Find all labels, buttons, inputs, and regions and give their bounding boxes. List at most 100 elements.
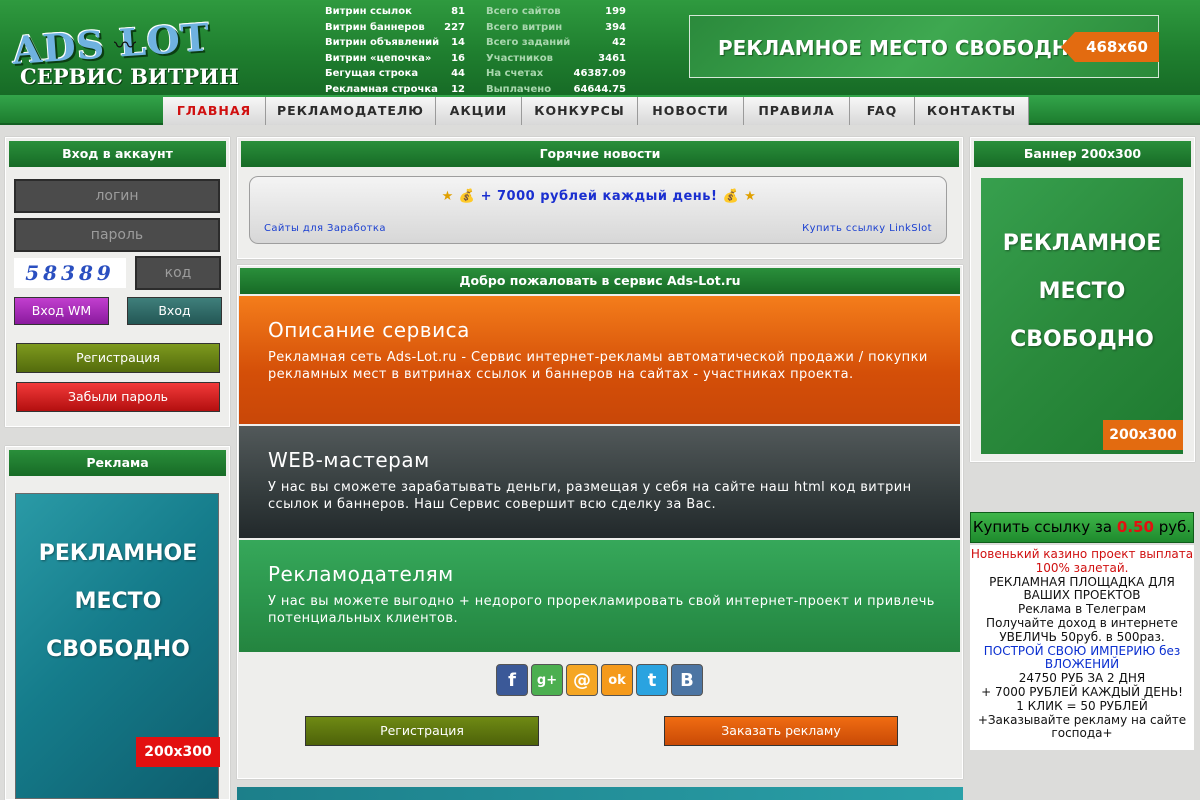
buy-link-suffix: руб. — [1158, 518, 1192, 536]
stat-value: 44 — [451, 68, 465, 79]
mustache-icon: 〰 — [113, 34, 136, 59]
star-icon: ★ — [441, 189, 454, 204]
nav-rules[interactable]: ПРАВИЛА — [744, 97, 850, 125]
captcha-code-input[interactable]: код — [135, 256, 221, 290]
stat-label: Витрин «цепочка» — [325, 52, 432, 64]
text-ad-line[interactable]: Получайте доход в интернете — [970, 616, 1194, 631]
text-ad-line[interactable]: 1 КЛИК = 50 РУБЛЕЙ — [970, 699, 1194, 714]
section-description-body: Рекламная сеть Ads-Lot.ru - Сервис интер… — [268, 350, 928, 382]
right-ad-line-1: РЕКЛАМНОЕ — [1002, 231, 1162, 256]
section-description-text: Рекламная сеть Ads-Lot.ru - Сервис интер… — [268, 349, 948, 383]
facebook-icon[interactable]: f — [496, 664, 528, 696]
login-input[interactable]: логин — [14, 179, 220, 213]
twitter-icon[interactable]: t — [636, 664, 668, 696]
stat-label: Витрин объявлений — [325, 37, 440, 48]
main-nav: ГЛАВНАЯ РЕКЛАМОДАТЕЛЮ АКЦИИ КОНКУРСЫ НОВ… — [0, 95, 1200, 125]
stat-value: 394 — [605, 21, 626, 33]
hot-news-headline-row: ★ 💰 + 7000 рублей каждый день! 💰 ★ — [250, 189, 948, 204]
section-webmasters: WEB-мастерам У нас вы сможете зарабатыва… — [239, 426, 960, 538]
text-ad-line[interactable]: +Заказывайте рекламу на сайте — [970, 713, 1194, 728]
forgot-password-button[interactable]: Забыли пароль — [16, 382, 220, 412]
social-share-bar: f g+ @ ok t B — [496, 664, 706, 698]
google-icon[interactable]: g+ — [531, 664, 563, 696]
password-input[interactable]: пароль — [14, 218, 220, 252]
buy-link-prefix: Купить ссылку за — [972, 518, 1113, 536]
nav-contacts[interactable]: КОНТАКТЫ — [915, 97, 1029, 125]
login-title: Вход в аккаунт — [9, 141, 226, 167]
text-ad-line[interactable]: ВЛОЖЕНИЙ — [970, 658, 1194, 672]
text-ads-list: Новенький казино проект выплата 100% зал… — [970, 545, 1194, 750]
nav-advertiser[interactable]: РЕКЛАМОДАТЕЛЮ — [266, 97, 436, 125]
money-bag-icon: 💰 — [458, 189, 476, 204]
text-ad-line[interactable]: ВАШИХ ПРОЕКТОВ — [970, 589, 1194, 603]
login-wm-button[interactable]: Вход WM — [14, 297, 109, 325]
nav-promos[interactable]: АКЦИИ — [436, 97, 522, 125]
right-ad-size: 200x300 — [1103, 420, 1183, 450]
stat-label: Участников — [486, 52, 553, 64]
stat-row: Участников 3461 — [486, 51, 626, 67]
stat-label: Бегущая строка — [325, 68, 419, 79]
right-ad-line-3: СВОБОДНО — [1010, 327, 1154, 352]
stat-value: 3461 — [598, 52, 626, 64]
ads-panel: Реклама РЕКЛАМНОЕ МЕСТО СВОБОДНО 200x300 — [5, 446, 230, 800]
captcha-image: 58389 — [14, 258, 126, 288]
site-logo[interactable]: ADS LOT 〰 СЕРВИС ВИТРИН — [10, 14, 242, 90]
stat-value: 199 — [605, 6, 626, 17]
nav-contests[interactable]: КОНКУРСЫ — [522, 97, 638, 125]
stat-row: Витрин объявлений 14 — [325, 35, 465, 51]
stat-value: 81 — [451, 6, 465, 17]
buy-link-button[interactable]: Купить ссылку за 0.50 руб. — [970, 512, 1194, 543]
left-ad-banner[interactable]: РЕКЛАМНОЕ МЕСТО СВОБОДНО 200x300 — [15, 493, 220, 799]
hot-news-panel: Горячие новости ★ 💰 + 7000 рублей каждый… — [237, 137, 963, 259]
text-ad-line[interactable]: УВЕЛИЧЬ 50руб. в 500раз. — [970, 630, 1194, 645]
stat-value: 227 — [444, 21, 465, 33]
ads-title: Реклама — [9, 450, 226, 476]
text-ad-line[interactable]: 24750 РУБ ЗА 2 ДНЯ — [970, 671, 1194, 686]
hot-news-box: ★ 💰 + 7000 рублей каждый день! 💰 ★ Сайты… — [249, 176, 947, 244]
stat-row: На счетах 46387.09 — [486, 66, 626, 82]
welcome-register-button[interactable]: Регистрация — [305, 716, 539, 746]
stat-label: Всего витрин — [486, 21, 563, 33]
header-ad-banner[interactable]: РЕКЛАМНОЕ МЕСТО СВОБОДНО 468x60 — [689, 15, 1159, 78]
text-ad-line[interactable]: Реклама в Телеграм — [970, 602, 1194, 617]
order-ad-button[interactable]: Заказать рекламу — [664, 716, 898, 746]
stat-row: Всего сайтов 199 — [486, 4, 626, 20]
stat-label: Витрин баннеров — [325, 21, 425, 33]
hot-news-headline[interactable]: + 7000 рублей каждый день! — [481, 189, 718, 204]
register-button[interactable]: Регистрация — [16, 343, 220, 373]
header-ad-size: 468x60 — [1061, 32, 1159, 62]
right-ad-banner[interactable]: РЕКЛАМНОЕ МЕСТО СВОБОДНО 200x300 — [981, 178, 1183, 454]
nav-news[interactable]: НОВОСТИ — [638, 97, 744, 125]
section-advertisers-heading: Рекламодателям — [268, 562, 454, 586]
hot-news-title: Горячие новости — [241, 141, 959, 167]
earnings-sites-link[interactable]: Сайты для Заработка — [264, 223, 386, 234]
section-webmasters-text: У нас вы сможете зарабатывать деньги, ра… — [268, 480, 912, 512]
welcome-title: Добро пожаловать в сервис Ads-Lot.ru — [240, 268, 960, 294]
stat-value: 42 — [612, 37, 626, 48]
buy-linkslot-link[interactable]: Купить ссылку LinkSlot — [802, 223, 932, 234]
text-ad-line[interactable]: 100% залетай. — [970, 561, 1194, 576]
text-ad-line[interactable]: господа+ — [970, 727, 1194, 741]
text-ad-line[interactable]: Новенький казино проект выплата — [970, 547, 1194, 562]
next-section-strip — [237, 787, 963, 800]
stat-row: Всего витрин 394 — [486, 20, 626, 36]
section-advertisers-text: У нас вы можете выгодно + недорого проре… — [268, 594, 935, 626]
mail-icon[interactable]: @ — [566, 664, 598, 696]
text-ad-line[interactable]: + 7000 РУБЛЕЙ КАЖДЫЙ ДЕНЬ! — [970, 685, 1194, 700]
star-icon: ★ — [744, 189, 757, 204]
right-banner-title: Баннер 200x300 — [974, 141, 1191, 167]
odnoklassniki-icon[interactable]: ok — [601, 664, 633, 696]
vk-icon[interactable]: B — [671, 664, 703, 696]
stat-row: Витрин «цепочка» 16 — [325, 51, 465, 67]
nav-home[interactable]: ГЛАВНАЯ — [163, 97, 266, 125]
stat-label: Всего сайтов — [486, 6, 561, 17]
stat-label: Витрин ссылок — [325, 6, 412, 17]
logo-subtitle: СЕРВИС ВИТРИН — [20, 64, 239, 89]
login-button[interactable]: Вход — [127, 297, 222, 325]
text-ad-line[interactable]: РЕКЛАМНАЯ ПЛОЩАДКА ДЛЯ — [970, 575, 1194, 590]
welcome-panel: Добро пожаловать в сервис Ads-Lot.ru Опи… — [237, 265, 963, 779]
stats-showcases: Витрин ссылок 81 Витрин баннеров 227 Витри… — [325, 4, 465, 97]
stat-value: 46387.09 — [573, 68, 626, 79]
right-ad-line-2: МЕСТО — [1038, 279, 1126, 304]
nav-faq[interactable]: FAQ — [850, 97, 915, 125]
